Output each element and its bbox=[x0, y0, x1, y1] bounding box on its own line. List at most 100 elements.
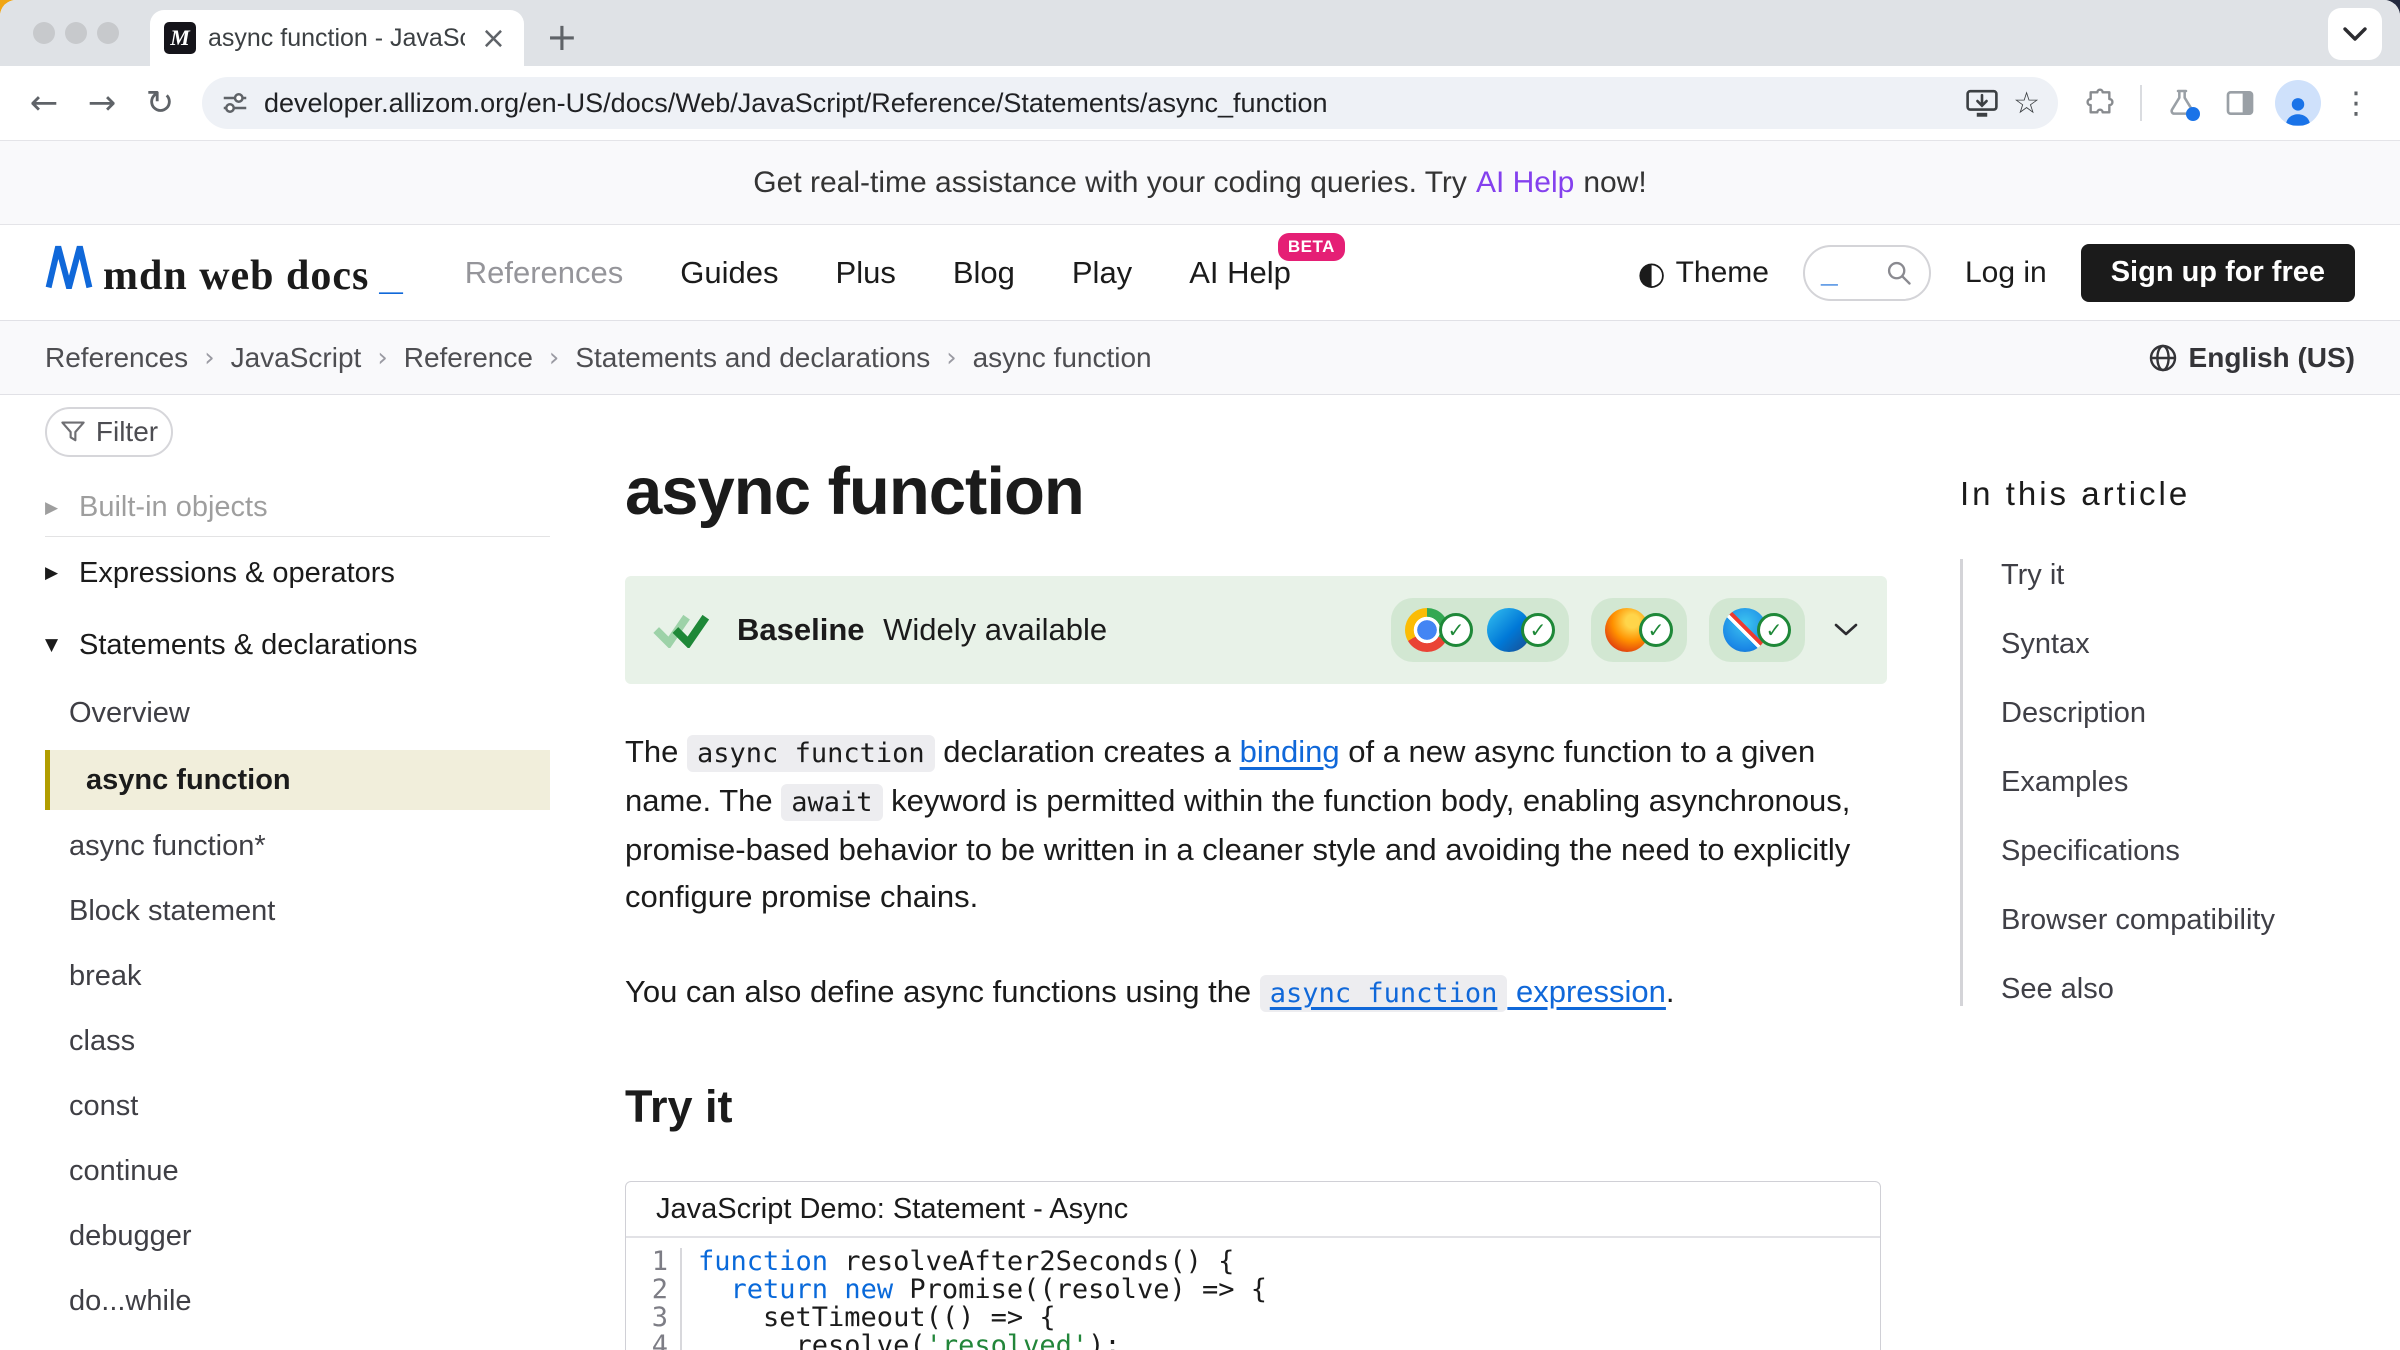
window-maximize-button[interactable] bbox=[97, 22, 119, 44]
breadcrumb-statements[interactable]: Statements and declarations bbox=[575, 342, 930, 374]
language-switcher[interactable]: English (US) bbox=[2147, 342, 2355, 374]
code-line[interactable]: 1function resolveAfter2Seconds() { bbox=[626, 1248, 1880, 1276]
toc-item-see-also[interactable]: See also bbox=[2001, 973, 2380, 1006]
baseline-icon bbox=[653, 612, 717, 648]
browser-tab[interactable]: M async function - JavaScript | × bbox=[150, 10, 524, 66]
signup-button[interactable]: Sign up for free bbox=[2081, 244, 2355, 302]
mdn-logo[interactable]: mdn web docs _ bbox=[45, 245, 403, 300]
sidebar-item-built-in-objects[interactable]: ▶ Built-in objects bbox=[45, 479, 550, 537]
demo-title: JavaScript Demo: Statement - Async bbox=[626, 1182, 1880, 1238]
nav-ai-help[interactable]: AI Help BETA bbox=[1189, 255, 1291, 291]
search-input[interactable]: _ bbox=[1803, 245, 1931, 301]
nav-blog[interactable]: Blog bbox=[953, 255, 1015, 291]
breadcrumb-bar: References › JavaScript › Reference › St… bbox=[0, 320, 2400, 395]
sidebar-item-block-statement[interactable]: Block statement bbox=[45, 879, 550, 944]
breadcrumb-javascript[interactable]: JavaScript bbox=[231, 342, 362, 374]
reload-button[interactable]: ↻ bbox=[134, 77, 186, 129]
filter-label: Filter bbox=[96, 416, 158, 448]
check-icon: ✓ bbox=[1639, 613, 1673, 647]
article: async function Baseline Widely available… bbox=[625, 395, 1887, 1350]
sidebar-item-label: Built-in objects bbox=[79, 491, 268, 524]
baseline-expand-button[interactable] bbox=[1833, 622, 1859, 638]
text: You can also define async functions usin… bbox=[625, 974, 1260, 1009]
sidebar-item-const[interactable]: const bbox=[45, 1074, 550, 1139]
toc-item-description[interactable]: Description bbox=[2001, 697, 2380, 730]
code-line[interactable]: 4 resolve('resolved'); bbox=[626, 1332, 1880, 1350]
back-button[interactable]: ← bbox=[18, 77, 70, 129]
sidebar-item-async-function[interactable]: async function bbox=[45, 750, 550, 810]
tab-close-icon[interactable]: × bbox=[477, 21, 510, 56]
sidebar-item-label: break bbox=[69, 960, 142, 993]
nav-plus[interactable]: Plus bbox=[836, 255, 896, 291]
sidebar-item-expressions-operators[interactable]: ▶ Expressions & operators bbox=[45, 537, 550, 609]
extensions-button[interactable] bbox=[2074, 77, 2126, 129]
mdn-logo-text: mdn web docs bbox=[103, 252, 369, 300]
sidebar-item-do-while[interactable]: do...while bbox=[45, 1269, 550, 1334]
sidebar-item-continue[interactable]: continue bbox=[45, 1139, 550, 1204]
code-span: await bbox=[781, 784, 882, 821]
bookmark-star-icon[interactable]: ☆ bbox=[2013, 86, 2040, 121]
code-text: function resolveAfter2Seconds() { bbox=[682, 1248, 1234, 1276]
text: . bbox=[1666, 974, 1675, 1009]
toc-item-specifications[interactable]: Specifications bbox=[2001, 835, 2380, 868]
experiments-button[interactable] bbox=[2156, 77, 2208, 129]
sidebar: Filter ▶ Built-in objects ▶ Expressions … bbox=[45, 395, 550, 1350]
nav-play[interactable]: Play bbox=[1072, 255, 1132, 291]
tab-search-button[interactable] bbox=[2328, 8, 2382, 60]
person-icon bbox=[2281, 94, 2315, 126]
baseline-title: Baseline bbox=[737, 612, 865, 647]
sidebar-item-statements-declarations[interactable]: ▼ Statements & declarations bbox=[45, 609, 550, 681]
nav-references[interactable]: References bbox=[465, 255, 624, 291]
sidebar-item-overview[interactable]: Overview bbox=[45, 681, 550, 746]
sidebar-item-empty-statement[interactable]: Empty statement bbox=[45, 1334, 550, 1350]
promo-text-before: Get real-time assistance with your codin… bbox=[753, 166, 1467, 200]
code-line[interactable]: 2 return new Promise((resolve) => { bbox=[626, 1276, 1880, 1304]
side-panel-button[interactable] bbox=[2214, 77, 2266, 129]
window-minimize-button[interactable] bbox=[65, 22, 87, 44]
window-close-button[interactable] bbox=[33, 22, 55, 44]
forward-button[interactable]: → bbox=[76, 77, 128, 129]
breadcrumb-references[interactable]: References bbox=[45, 342, 188, 374]
sidebar-item-break[interactable]: break bbox=[45, 944, 550, 1009]
install-app-icon[interactable] bbox=[1965, 88, 1999, 118]
sidebar-item-label: debugger bbox=[69, 1220, 192, 1253]
address-bar[interactable]: developer.allizom.org/en-US/docs/Web/Jav… bbox=[202, 77, 2058, 129]
login-link[interactable]: Log in bbox=[1965, 256, 2047, 290]
puzzle-icon bbox=[2084, 87, 2116, 119]
safari-support-pill: ✓ bbox=[1709, 598, 1805, 662]
promo-text-after: now! bbox=[1583, 166, 1646, 200]
toc-item-examples[interactable]: Examples bbox=[2001, 766, 2380, 799]
sidebar-item-debugger[interactable]: debugger bbox=[45, 1204, 550, 1269]
line-number: 4 bbox=[626, 1332, 682, 1350]
breadcrumb-separator-icon: › bbox=[549, 343, 559, 373]
code-line[interactable]: 3 setTimeout(() => { bbox=[626, 1304, 1880, 1332]
sidebar-filter-button[interactable]: Filter bbox=[45, 407, 173, 457]
sidebar-item-label: Expressions & operators bbox=[79, 557, 395, 590]
sidebar-item-class[interactable]: class bbox=[45, 1009, 550, 1074]
url-text: developer.allizom.org/en-US/docs/Web/Jav… bbox=[264, 88, 1951, 119]
sidebar-item-async-function-star[interactable]: async function* bbox=[45, 814, 550, 879]
header-actions: ◐ Theme _ Log in Sign up for free bbox=[1638, 244, 2355, 302]
toc-item-try-it[interactable]: Try it bbox=[2001, 559, 2380, 592]
nav-guides[interactable]: Guides bbox=[680, 255, 778, 291]
browser-menu-button[interactable]: ⋮ bbox=[2330, 77, 2382, 129]
sidebar-item-label: continue bbox=[69, 1155, 179, 1188]
toc-item-browser-compatibility[interactable]: Browser compatibility bbox=[2001, 904, 2380, 937]
new-tab-button[interactable]: + bbox=[546, 14, 578, 60]
sidebar-item-label: Overview bbox=[69, 697, 190, 730]
breadcrumb-reference[interactable]: Reference bbox=[404, 342, 533, 374]
toc-item-syntax[interactable]: Syntax bbox=[2001, 628, 2380, 661]
promo-ai-help-link[interactable]: AI Help bbox=[1476, 166, 1574, 200]
theme-toggle[interactable]: ◐ Theme bbox=[1638, 254, 1769, 292]
code-editor[interactable]: 1function resolveAfter2Seconds() {2 retu… bbox=[626, 1238, 1880, 1350]
sidebar-item-label: Statements & declarations bbox=[79, 629, 418, 662]
breadcrumb-separator-icon: › bbox=[946, 343, 956, 373]
binding-link[interactable]: binding bbox=[1240, 734, 1340, 769]
toolbar-divider bbox=[2140, 85, 2142, 121]
profile-button[interactable] bbox=[2272, 77, 2324, 129]
async-function-expression-link[interactable]: async function expression bbox=[1260, 974, 1666, 1009]
filter-funnel-icon bbox=[60, 419, 86, 445]
language-label: English (US) bbox=[2189, 342, 2355, 374]
site-settings-icon[interactable] bbox=[220, 88, 250, 118]
search-icon bbox=[1885, 259, 1913, 287]
